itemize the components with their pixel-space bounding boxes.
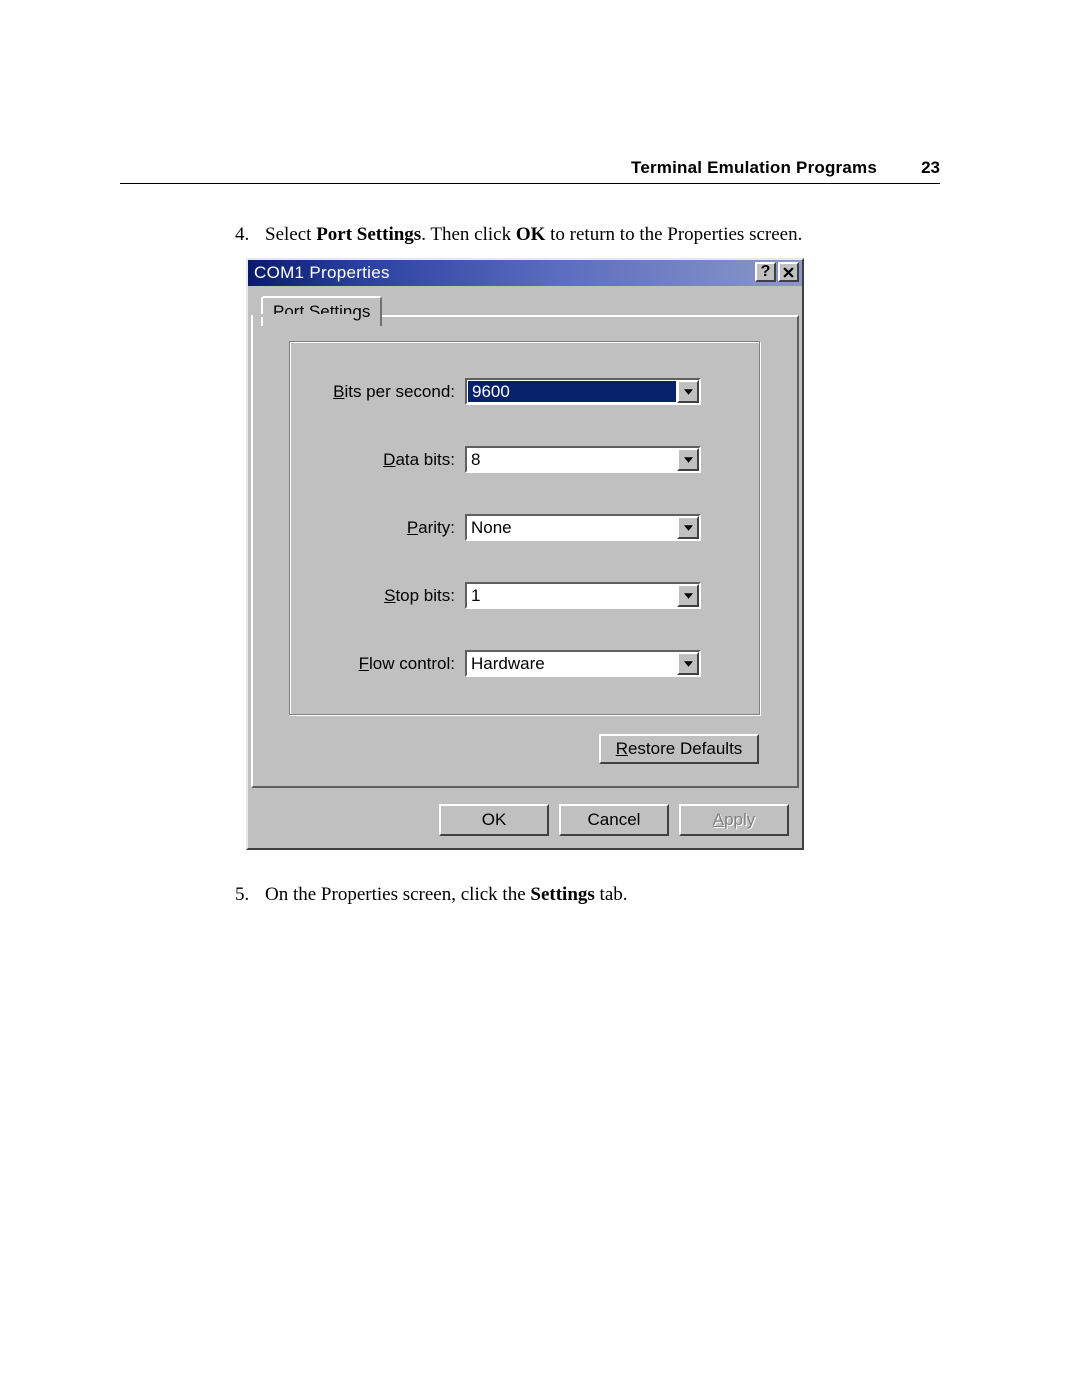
instruction-step-4: 4. Select Port Settings. Then click OK t…: [265, 222, 940, 248]
text: to return to the Properties screen.: [545, 224, 802, 245]
text-bold: Settings: [530, 884, 594, 905]
close-icon: [783, 267, 794, 278]
label-bits-per-second: Bits per second:: [290, 382, 465, 402]
chevron-down-icon: [684, 593, 693, 599]
com1-properties-dialog: COM1 Properties ? Port Settings: [246, 258, 804, 850]
titlebar[interactable]: COM1 Properties ?: [248, 260, 802, 286]
chevron-down-icon: [684, 389, 693, 395]
cancel-button[interactable]: Cancel: [559, 804, 669, 836]
dropdown-button[interactable]: [677, 652, 699, 675]
dropdown-button[interactable]: [677, 448, 699, 471]
restore-defaults-button[interactable]: Restore Defaults: [599, 734, 759, 764]
dialog-body: Port Settings Bits per second: 9600: [248, 286, 802, 848]
combo-bits-per-second[interactable]: 9600: [465, 378, 701, 405]
text: . Then click: [421, 224, 516, 245]
combo-parity[interactable]: None: [465, 514, 701, 541]
row-bits-per-second: Bits per second: 9600: [290, 378, 760, 405]
page-number: 23: [921, 158, 940, 178]
apply-button[interactable]: Apply: [679, 804, 789, 836]
combo-value: 1: [467, 584, 677, 607]
tab-port-settings[interactable]: Port Settings: [261, 296, 382, 326]
row-data-bits: Data bits: 8: [290, 446, 760, 473]
dropdown-button[interactable]: [677, 584, 699, 607]
help-icon: ?: [761, 264, 771, 280]
text: tab.: [595, 884, 628, 905]
label-flow-control: Flow control:: [290, 654, 465, 674]
combo-value: Hardware: [467, 652, 677, 675]
combo-value: 8: [467, 448, 677, 471]
instruction-step-5: 5. On the Properties screen, click the S…: [265, 882, 940, 908]
tab-label: Port Settings: [273, 302, 370, 322]
row-parity: Parity: None: [290, 514, 760, 541]
chevron-down-icon: [684, 661, 693, 667]
step-number: 5.: [235, 882, 249, 908]
text-bold: Port Settings: [316, 224, 421, 245]
ok-button[interactable]: OK: [439, 804, 549, 836]
dropdown-button[interactable]: [677, 380, 699, 403]
combo-flow-control[interactable]: Hardware: [465, 650, 701, 677]
label-parity: Parity:: [290, 518, 465, 538]
tab-panel: Bits per second: 9600 Data bits:: [251, 315, 799, 788]
label-data-bits: Data bits:: [290, 450, 465, 470]
titlebar-buttons: ?: [755, 262, 799, 282]
chevron-down-icon: [684, 457, 693, 463]
step-number: 4.: [235, 222, 249, 248]
running-header-title: Terminal Emulation Programs: [631, 158, 877, 178]
dialog-button-row: OK Cancel Apply: [439, 804, 789, 836]
text-bold: OK: [516, 224, 546, 245]
text: Select: [265, 224, 316, 245]
document-page: Terminal Emulation Programs 23 4. Select…: [0, 0, 1080, 1397]
combo-value: 9600: [468, 381, 676, 402]
combo-stop-bits[interactable]: 1: [465, 582, 701, 609]
close-button[interactable]: [778, 262, 799, 282]
settings-groupbox: Bits per second: 9600 Data bits:: [289, 341, 761, 716]
tab-active-join: [253, 314, 359, 317]
combo-data-bits[interactable]: 8: [465, 446, 701, 473]
label-stop-bits: Stop bits:: [290, 586, 465, 606]
header-rule: [120, 183, 940, 184]
text: On the Properties screen, click the: [265, 884, 530, 905]
row-flow-control: Flow control: Hardware: [290, 650, 760, 677]
row-stop-bits: Stop bits: 1: [290, 582, 760, 609]
dropdown-button[interactable]: [677, 516, 699, 539]
combo-value: None: [467, 516, 677, 539]
chevron-down-icon: [684, 525, 693, 531]
help-button[interactable]: ?: [755, 262, 776, 282]
window-title: COM1 Properties: [254, 263, 390, 283]
